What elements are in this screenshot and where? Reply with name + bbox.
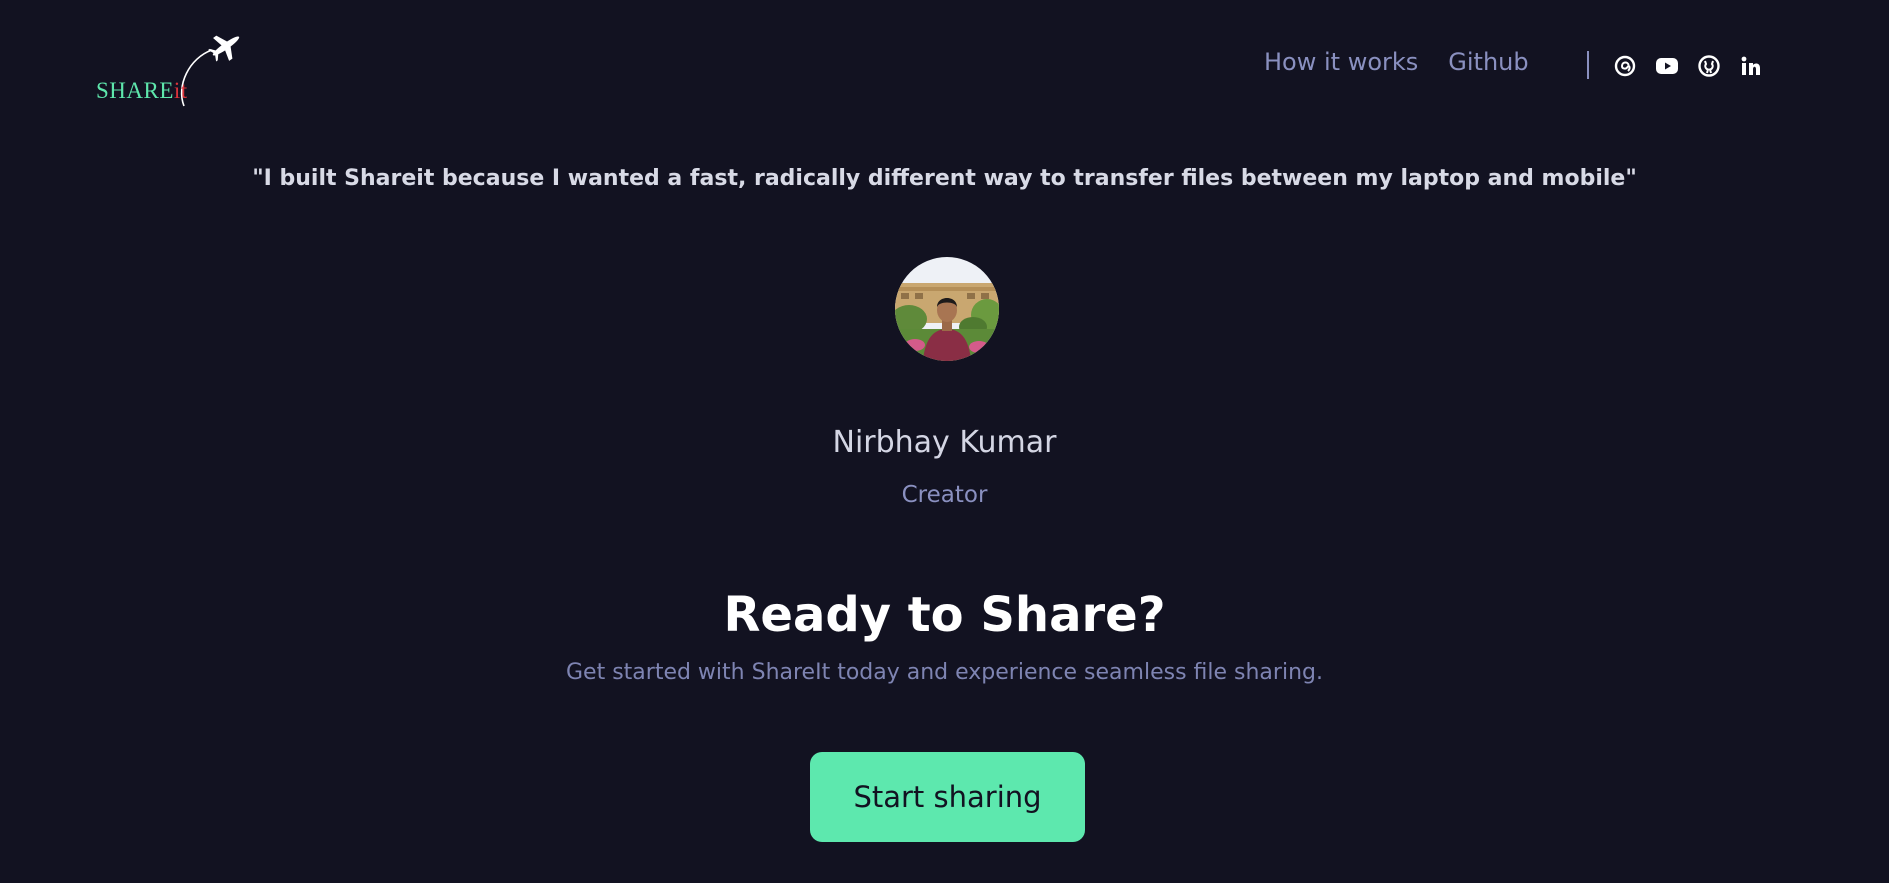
avatar <box>895 257 999 361</box>
github-icon <box>1696 53 1722 79</box>
creator-role: Creator <box>901 482 988 508</box>
social-linkedin[interactable] <box>1738 53 1764 79</box>
social-youtube[interactable] <box>1654 53 1680 79</box>
logo-text-main: SHARE <box>96 78 174 103</box>
nav-link-github[interactable]: Github <box>1448 48 1528 76</box>
testimonial-quote: "I built Shareit because I wanted a fast… <box>252 166 1637 191</box>
youtube-icon <box>1654 53 1680 79</box>
threads-icon <box>1612 53 1638 79</box>
social-threads[interactable] <box>1612 53 1638 79</box>
nav-divider <box>1587 51 1589 79</box>
page: SHAREit How it works Github "I built Sha… <box>0 0 1889 883</box>
nav-link-how-it-works[interactable]: How it works <box>1264 48 1418 76</box>
logo-text-accent: it <box>173 78 188 103</box>
start-sharing-button[interactable]: Start sharing <box>810 752 1085 842</box>
cta-subtitle: Get started with ShareIt today and exper… <box>566 660 1323 685</box>
logo[interactable]: SHAREit <box>94 26 254 110</box>
top-nav: How it works Github <box>1264 48 1529 76</box>
cta-title: Ready to Share? <box>723 587 1166 643</box>
logo-text: SHAREit <box>96 78 188 104</box>
creator-name: Nirbhay Kumar <box>832 425 1057 460</box>
social-github[interactable] <box>1696 53 1722 79</box>
linkedin-icon <box>1738 53 1764 79</box>
